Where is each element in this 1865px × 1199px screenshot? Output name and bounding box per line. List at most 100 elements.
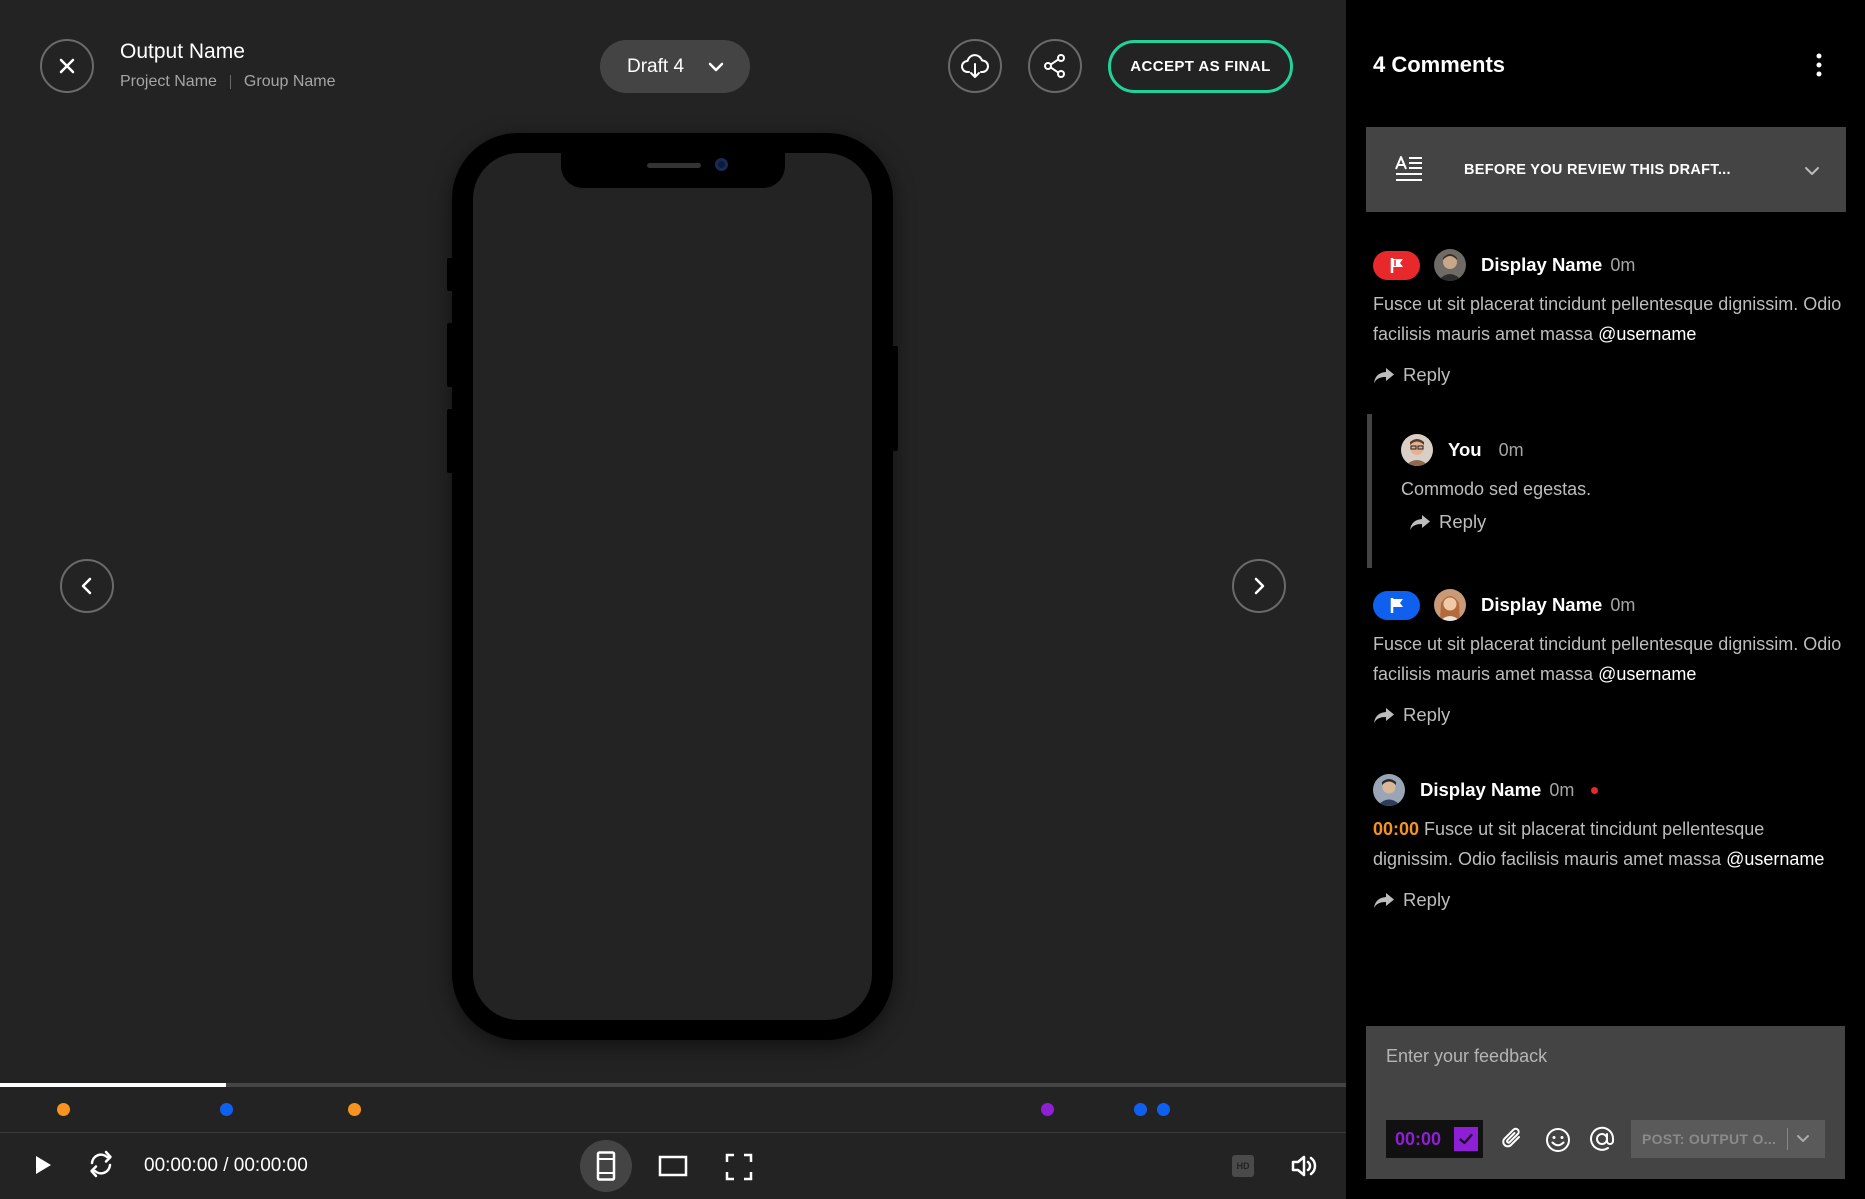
draft-label: Draft 4 [627,55,685,77]
comment-marker[interactable] [1134,1103,1147,1116]
emoji-icon[interactable] [1544,1126,1572,1154]
reply-label: Reply [1403,889,1451,910]
review-banner-label: BEFORE YOU REVIEW THIS DRAFT... [1464,162,1731,178]
volume-icon[interactable] [1290,1153,1318,1179]
more-vertical-icon[interactable] [1815,53,1823,77]
avatar [1434,249,1466,281]
comment-item: Display Name 0m 00:00 Fusce ut sit place… [1373,774,1843,911]
check-icon [1459,1133,1473,1145]
fullscreen-icon[interactable] [725,1153,753,1181]
paperclip-icon[interactable] [1499,1125,1527,1153]
play-icon[interactable] [32,1153,54,1177]
mobile-view-button[interactable] [580,1140,632,1192]
desktop-view-icon[interactable] [658,1155,688,1177]
flag-icon [1390,258,1403,273]
reply-button[interactable]: Reply [1373,704,1463,726]
group-name-link[interactable]: Group Name [244,73,336,91]
close-button[interactable] [40,39,94,93]
mention-link[interactable]: @username [1598,664,1696,684]
phone-volume-up [447,323,453,387]
title-block: Output Name Project Name Group Name [120,40,336,91]
comment-text: Commodo sed egestas. [1401,479,1592,499]
timecode: 00:00:00 / 00:00:00 [144,1155,308,1176]
comment-time: 0m [1549,779,1575,800]
document-text-icon [1395,156,1422,181]
next-button[interactable] [1232,559,1286,613]
reply-button[interactable]: Reply [1373,364,1463,386]
reply-button[interactable]: Reply [1373,889,1463,911]
comments-count-title: 4 Comments [1373,52,1506,77]
unread-indicator [1591,786,1599,794]
avatar [1434,589,1466,621]
reply-arrow-icon [1374,708,1394,723]
share-button[interactable] [1028,39,1082,93]
review-instructions-banner[interactable]: BEFORE YOU REVIEW THIS DRAFT... [1366,127,1846,212]
output-name: Output Name [120,40,245,63]
comment-marker[interactable] [348,1103,361,1116]
comment-markers [0,1101,1346,1117]
previous-button[interactable] [60,559,114,613]
feedback-composer: 00:00 POST: OUTPUT O... [1366,1026,1845,1179]
loop-icon[interactable] [85,1148,117,1180]
accept-as-final-button[interactable]: ACCEPT AS FINAL [1108,40,1293,93]
comment-author: Display Name [1420,779,1542,800]
flag-badge-blue[interactable] [1373,590,1420,620]
viewer-area: Output Name Project Name Group Name Draf… [0,0,1346,1199]
feedback-input[interactable] [1366,1026,1845,1108]
breadcrumb: Project Name Group Name [120,73,336,91]
select-divider [1787,1128,1788,1150]
chevron-left-icon [81,577,92,595]
timestamp-value: 00:00 [1395,1128,1442,1149]
timestamp-checkbox[interactable] [1454,1127,1478,1151]
cloud-download-icon [961,54,989,78]
comment-item: Display Name 0m Fusce ut sit placerat ti… [1373,249,1843,386]
phone-mockup [447,133,898,1040]
comment-time: 0m [1610,594,1636,615]
reply-label: Reply [1403,704,1451,725]
comment-marker[interactable] [1041,1103,1054,1116]
comment-marker[interactable] [57,1103,70,1116]
at-icon[interactable] [1588,1125,1616,1153]
comment-author: Display Name [1481,254,1603,275]
phone-camera [715,158,728,171]
chevron-down-icon [708,62,724,72]
chevron-down-icon [1797,1135,1809,1142]
download-button[interactable] [948,39,1002,93]
post-target-select[interactable]: POST: OUTPUT O... [1631,1120,1825,1158]
flag-icon [1390,598,1403,613]
close-icon [59,58,75,74]
comments-panel: 4 Comments BEFORE YOU REVIEW THIS DRAFT.… [1346,0,1865,1199]
comment-text: Fusce ut sit placerat tincidunt pellente… [1373,290,1843,349]
project-name-link[interactable]: Project Name [120,73,217,91]
phone-mute-switch [447,258,453,291]
timestamp-toggle[interactable]: 00:00 [1386,1120,1483,1158]
comment-text-body: Fusce ut sit placerat tincidunt pellente… [1373,819,1765,869]
comment-text: Fusce ut sit placerat tincidunt pellente… [1373,630,1843,689]
flag-badge-red[interactable] [1373,250,1420,280]
comment-item: Display Name 0m Fusce ut sit placerat ti… [1373,589,1843,726]
controls-divider [0,1132,1346,1133]
chevron-down-icon [1805,167,1819,175]
phone-speaker [647,163,701,168]
hd-toggle[interactable]: HD [1232,1155,1254,1177]
phone-screen [473,153,872,1020]
mention-link[interactable]: @username [1598,324,1696,344]
reply-arrow-icon [1374,368,1394,383]
comment-marker[interactable] [1157,1103,1170,1116]
mobile-view-icon [596,1151,616,1181]
post-target-label: POST: OUTPUT O... [1642,1131,1777,1147]
mention-link[interactable]: @username [1726,849,1824,869]
draft-select[interactable]: Draft 4 [600,40,750,93]
comment-author: Display Name [1481,594,1603,615]
phone-power-button [892,346,898,451]
phone-volume-down [447,409,453,473]
comment-timestamp[interactable]: 00:00 [1373,819,1419,839]
reply-button[interactable]: Reply [1409,511,1499,533]
phone-notch [561,152,785,188]
reply-label: Reply [1439,510,1487,532]
comment-time: 0m [1610,254,1636,275]
comment-marker[interactable] [220,1103,233,1116]
share-icon [1044,54,1065,78]
timeline-scrubber[interactable] [0,1083,1346,1087]
comment-time: 0m [1498,439,1524,460]
